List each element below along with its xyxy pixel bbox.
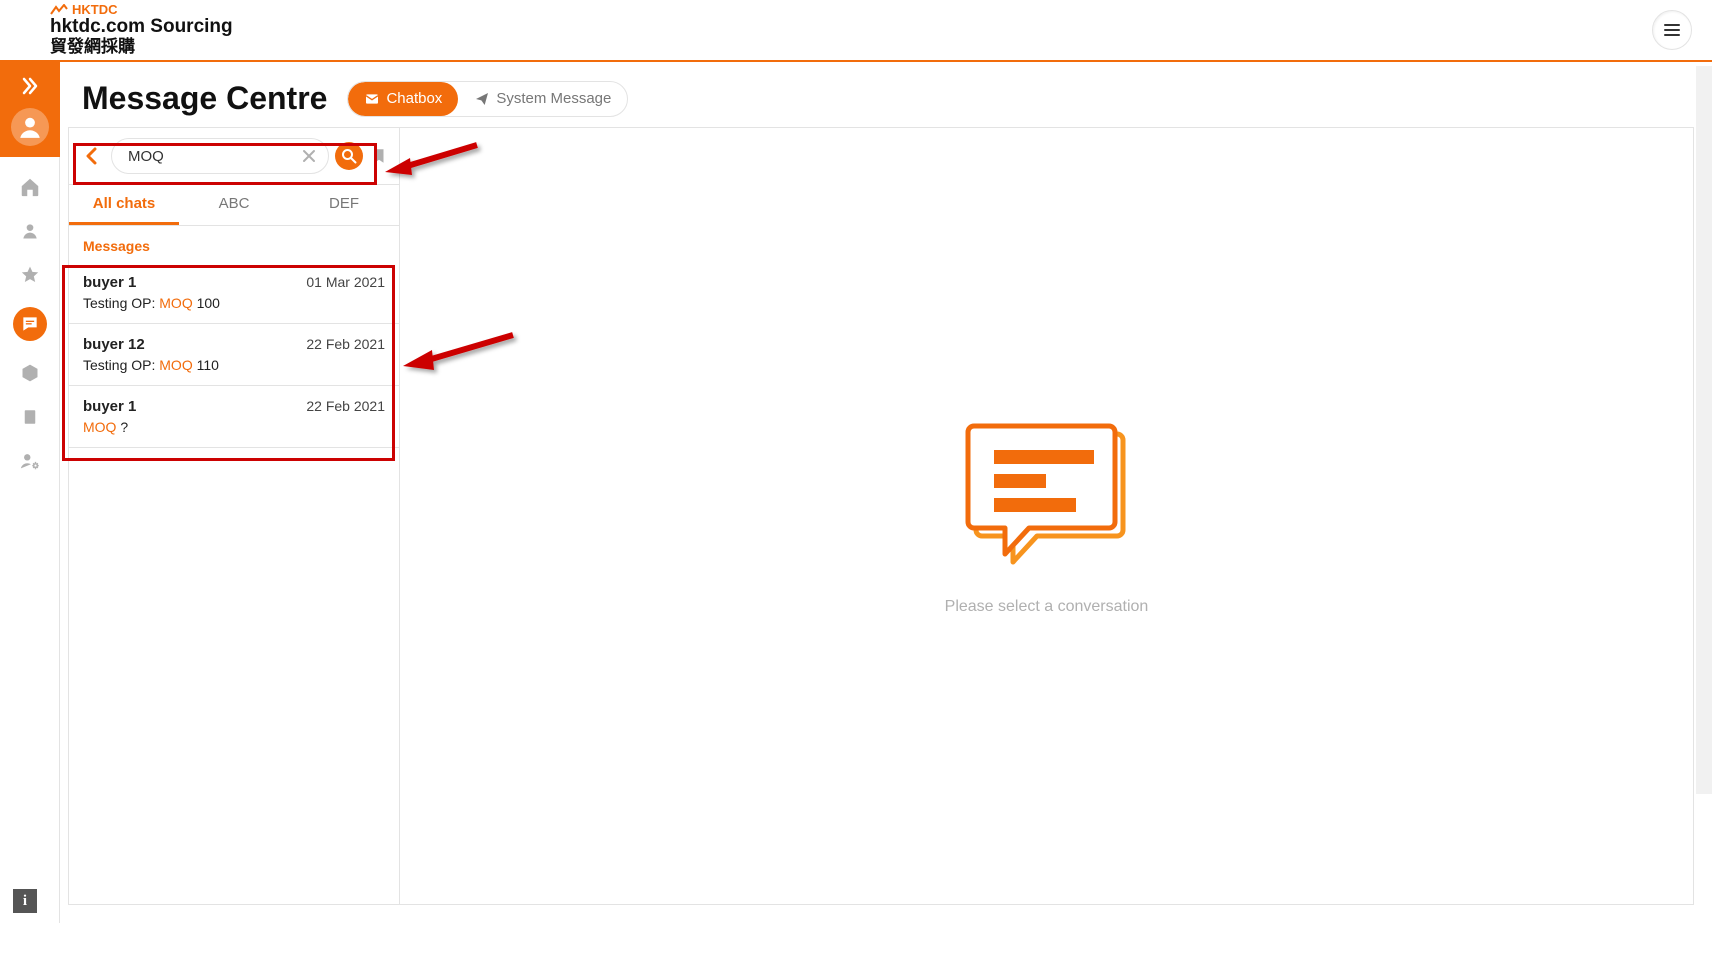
- subtab-abc[interactable]: ABC: [179, 185, 289, 225]
- empty-chat-illustration: [962, 416, 1132, 576]
- hamburger-button[interactable]: [1652, 10, 1692, 50]
- sidebar-expand-button[interactable]: [16, 72, 44, 100]
- message-preview: Testing OP: MOQ 110: [83, 357, 385, 373]
- chevron-left-icon: [83, 147, 101, 165]
- home-icon: [19, 176, 41, 198]
- mail-icon: [364, 91, 380, 107]
- message-date: 22 Feb 2021: [306, 398, 385, 414]
- mode-pill: Chatbox System Message: [347, 81, 628, 117]
- search-back-button[interactable]: [79, 143, 105, 169]
- search-icon: [341, 148, 357, 164]
- bookmark-button[interactable]: [369, 146, 389, 166]
- sidebar-item-products[interactable]: [18, 361, 42, 385]
- search-input[interactable]: [126, 147, 292, 166]
- empty-caption: Please select a conversation: [945, 598, 1149, 616]
- sidebar-item-home[interactable]: [18, 175, 42, 199]
- tab-chatbox-label: Chatbox: [386, 90, 442, 107]
- clear-search-button[interactable]: [300, 147, 318, 165]
- tab-system-label: System Message: [496, 90, 611, 107]
- sidebar-item-settings[interactable]: [18, 449, 42, 473]
- logo-brand: HKTDC: [50, 3, 233, 17]
- logo-main: hktdc.com Sourcing: [50, 17, 233, 38]
- sidebar-item-profile[interactable]: [18, 219, 42, 243]
- logo[interactable]: HKTDC hktdc.com Sourcing 貿發網採購: [50, 3, 233, 57]
- conversation-tabs: All chats ABC DEF: [69, 185, 399, 226]
- clipboard-icon: [21, 407, 39, 427]
- info-button[interactable]: i: [13, 889, 37, 913]
- search-field[interactable]: [111, 138, 329, 174]
- message-list: buyer 1 01 Mar 2021 Testing OP: MOQ 100 …: [69, 262, 399, 904]
- page-title: Message Centre: [82, 80, 327, 117]
- hamburger-icon: [1663, 21, 1681, 39]
- message-item[interactable]: buyer 1 01 Mar 2021 Testing OP: MOQ 100: [69, 262, 399, 324]
- footer: [0, 923, 1712, 963]
- sidebar-item-favorites[interactable]: [18, 263, 42, 287]
- message-item[interactable]: buyer 1 22 Feb 2021 MOQ ?: [69, 386, 399, 448]
- message-from: buyer 12: [83, 336, 145, 353]
- chevrons-right-icon: [19, 75, 41, 97]
- message-date: 22 Feb 2021: [306, 336, 385, 352]
- main-header: Message Centre Chatbox System Message: [60, 62, 1712, 127]
- message-item[interactable]: buyer 12 22 Feb 2021 Testing OP: MOQ 110: [69, 324, 399, 386]
- person-icon: [20, 221, 40, 241]
- sidebar-item-messages[interactable]: [13, 307, 47, 341]
- header: HKTDC hktdc.com Sourcing 貿發網採購: [0, 0, 1712, 62]
- sidebar: i: [0, 62, 60, 923]
- search-button[interactable]: [335, 142, 363, 170]
- message-from: buyer 1: [83, 274, 136, 291]
- sidebar-profile-block: [0, 62, 60, 157]
- user-gear-icon: [19, 450, 41, 472]
- bookmark-icon: [370, 147, 388, 165]
- empty-conversation-pane: Please select a conversation: [400, 127, 1694, 905]
- message-preview: Testing OP: MOQ 100: [83, 295, 385, 311]
- logo-sub: 貿發網採購: [50, 38, 233, 57]
- message-date: 01 Mar 2021: [306, 274, 385, 290]
- main: Message Centre Chatbox System Message: [60, 62, 1712, 923]
- scrollbar-track[interactable]: [1696, 66, 1712, 794]
- cube-icon: [20, 363, 40, 383]
- subtab-all-chats[interactable]: All chats: [69, 185, 179, 225]
- search-row: [69, 128, 399, 185]
- chat-icon: [20, 314, 40, 334]
- avatar[interactable]: [11, 108, 49, 146]
- messages-heading: Messages: [69, 226, 399, 262]
- conversation-panel: All chats ABC DEF Messages buyer 1 01 Ma…: [68, 127, 400, 905]
- sidebar-item-clipboard[interactable]: [18, 405, 42, 429]
- subtab-def[interactable]: DEF: [289, 185, 399, 225]
- user-icon: [17, 114, 43, 140]
- tab-system-message[interactable]: System Message: [458, 82, 627, 116]
- star-icon: [20, 265, 40, 285]
- message-preview: MOQ ?: [83, 419, 385, 435]
- close-icon: [302, 149, 316, 163]
- tab-chatbox[interactable]: Chatbox: [348, 82, 458, 116]
- message-from: buyer 1: [83, 398, 136, 415]
- paper-plane-icon: [474, 91, 490, 107]
